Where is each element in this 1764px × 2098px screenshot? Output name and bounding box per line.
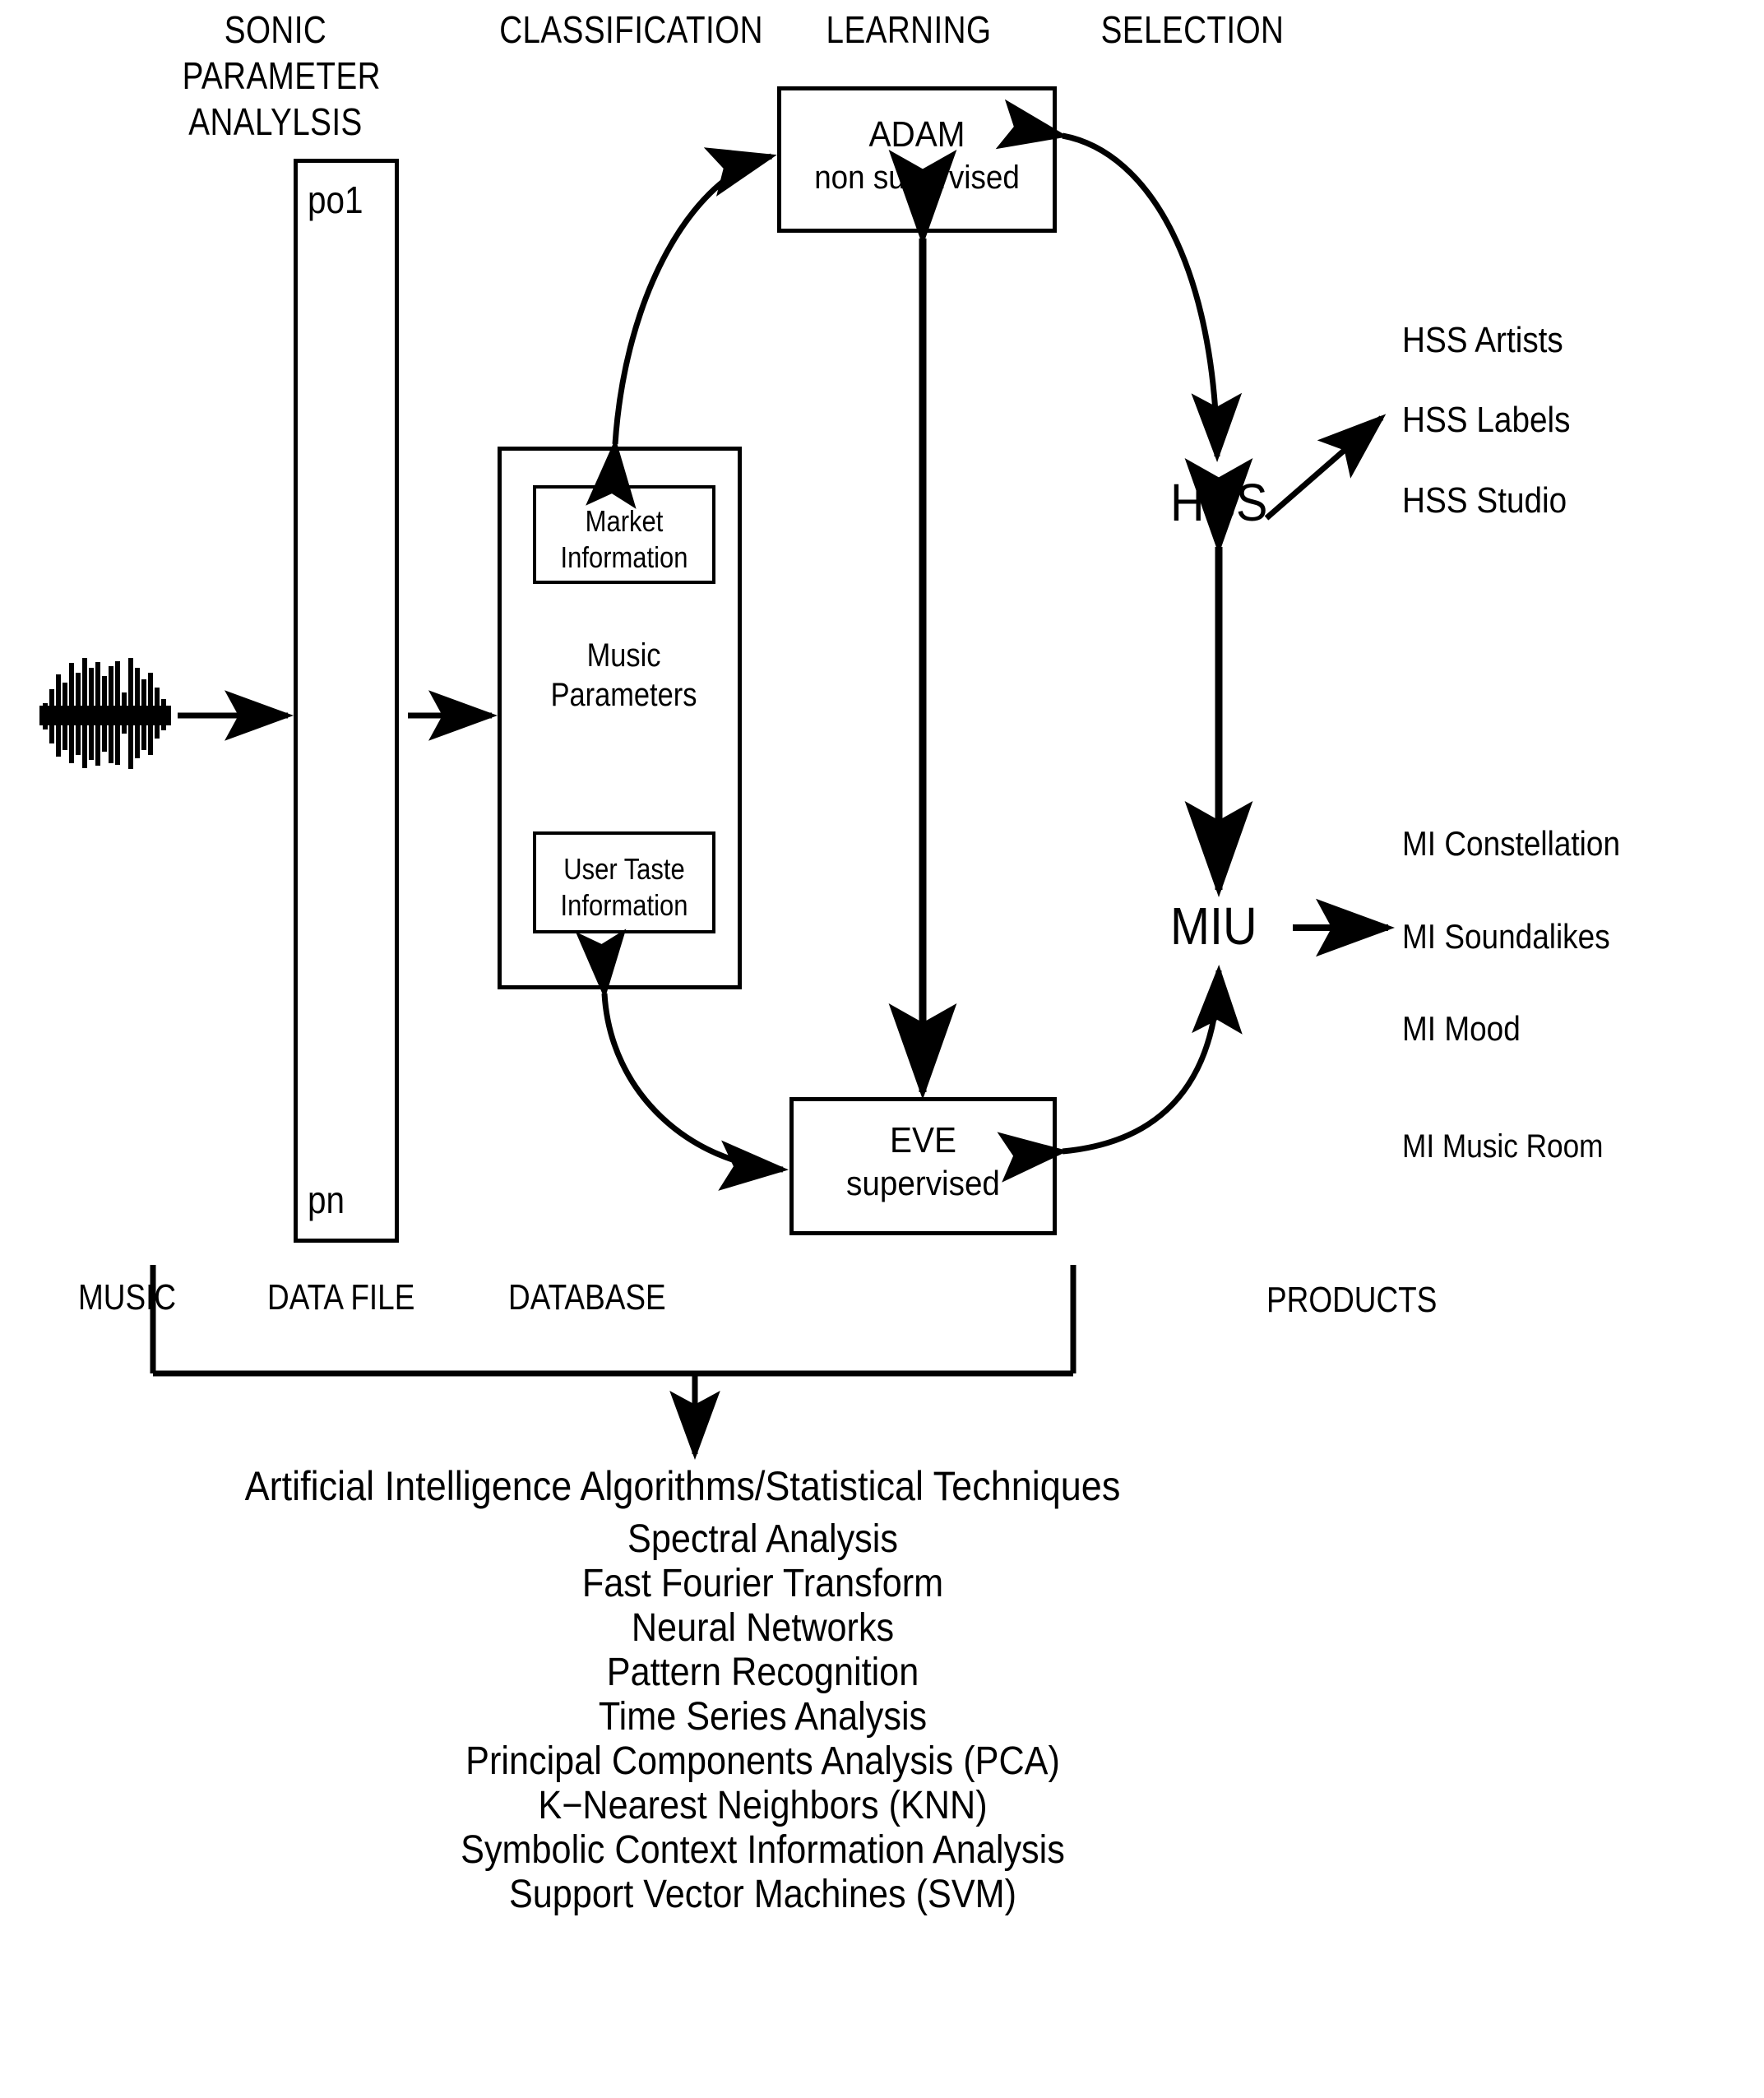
column-header-line: CLASSIFICATION [499, 8, 763, 51]
techniques-heading-text: Artificial Intelligence Algorithms/Stati… [244, 1463, 1121, 1509]
technique-item: Support Vector Machines (SVM) [508, 1873, 1017, 1916]
product-mi-mood: MI Mood [1402, 1009, 1521, 1048]
column-header-line: ANALYLSIS [188, 100, 363, 143]
music-parameters-label: Music Parameters [502, 636, 746, 715]
adam-title: ADAM [868, 114, 965, 155]
adam-subtitle: non supervised [814, 160, 1020, 196]
market-information-line1: Market [585, 504, 664, 538]
band-label-products: PRODUCTS [1266, 1280, 1438, 1320]
techniques-list: Spectral Analysis Fast Fourier Transform… [0, 1517, 1526, 1917]
product-hss-labels: HSS Labels [1402, 400, 1571, 440]
eve-box: EVE supervised [789, 1097, 1057, 1235]
column-header-selection: SELECTION [1089, 7, 1296, 53]
technique-item: Fast Fourier Transform [581, 1562, 944, 1605]
user-taste-line2: Information [560, 888, 688, 922]
product-hss-studio: HSS Studio [1402, 480, 1567, 521]
product-mi-soundalikes: MI Soundalikes [1402, 917, 1610, 956]
technique-item: Time Series Analysis [598, 1695, 928, 1739]
data-file-top-label: po1 [308, 178, 363, 221]
data-file-column: po1 pn [294, 159, 399, 1243]
data-file-bottom-label: pn [308, 1179, 345, 1221]
user-taste-information-box: User Taste Information [533, 831, 715, 933]
band-label-music: MUSIC [78, 1277, 177, 1318]
column-header-classification: CLASSIFICATION [499, 7, 763, 53]
adam-box: ADAM non supervised [777, 86, 1057, 233]
column-header-line: SELECTION [1100, 8, 1285, 51]
arrow-eve-miu [997, 965, 1243, 1183]
technique-item: Pattern Recognition [606, 1651, 919, 1694]
miu-node-label: MIU [1170, 896, 1257, 956]
market-information-line2: Information [560, 540, 688, 574]
technique-item: Principal Components Analysis (PCA) [465, 1739, 1060, 1783]
technique-item: K−Nearest Neighbors (KNN) [538, 1784, 988, 1827]
arrow-hss-to-products [1264, 414, 1387, 521]
product-mi-constellation: MI Constellation [1402, 824, 1621, 863]
column-header-line: PARAMETER [182, 54, 381, 97]
technique-item: Neural Networks [631, 1606, 895, 1650]
arrow-database-eve [575, 929, 789, 1191]
techniques-heading: Artificial Intelligence Algorithms/Stati… [0, 1462, 1365, 1510]
column-header-learning: LEARNING [808, 7, 1009, 53]
diagram-canvas: SONIC PARAMETER ANALYLSIS CLASSIFICATION… [0, 0, 1764, 2098]
column-header-line: LEARNING [826, 8, 992, 51]
audio-waveform-icon [39, 658, 171, 769]
product-mi-music-room: MI Music Room [1402, 1128, 1604, 1165]
market-information-box: Market Information [533, 485, 715, 584]
technique-item: Spectral Analysis [627, 1517, 898, 1561]
music-parameters-line1: Music [586, 637, 661, 674]
eve-title: EVE [889, 1120, 956, 1160]
technique-item: Symbolic Context Information Analysis [461, 1828, 1065, 1872]
product-hss-artists: HSS Artists [1402, 320, 1563, 360]
user-taste-line1: User Taste [563, 852, 685, 886]
band-label-database: DATABASE [508, 1277, 666, 1318]
eve-subtitle: supervised [846, 1164, 1000, 1202]
music-parameters-line2: Parameters [550, 677, 697, 713]
classification-database-box: Market Information Music Parameters User… [498, 447, 742, 989]
band-label-data-file: DATA FILE [267, 1277, 415, 1318]
column-header-line: SONIC [224, 8, 327, 51]
hss-node-label: HSS [1170, 473, 1268, 532]
arrow-database-adam [586, 147, 777, 509]
arrow-adam-hss [995, 99, 1243, 462]
column-header-sonic-parameter-analysis: SONIC PARAMETER ANALYLSIS [182, 7, 381, 145]
